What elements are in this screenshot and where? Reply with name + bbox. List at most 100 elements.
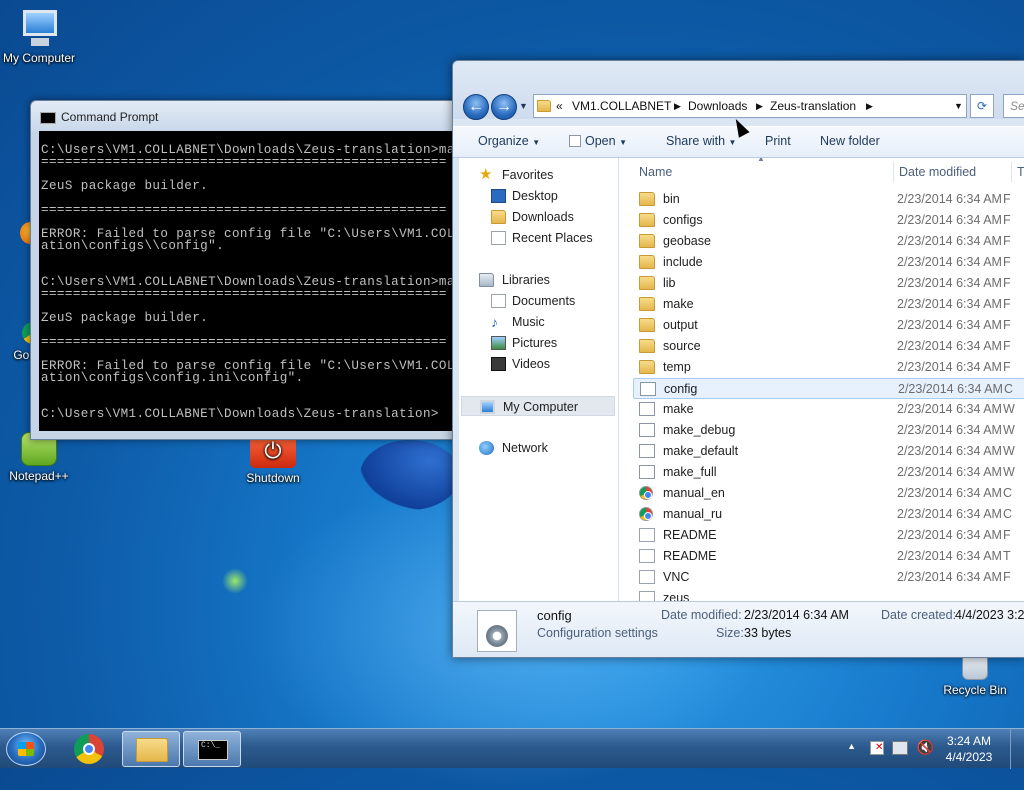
- file-date: 2/23/2014 6:34 AM: [897, 507, 1002, 521]
- file-type: F: [1003, 339, 1011, 353]
- file-row[interactable]: VNC 2/23/2014 6:34 AM F: [633, 567, 1024, 588]
- chevron-right-icon[interactable]: ▶: [866, 95, 873, 117]
- column-header-date[interactable]: Date modified: [899, 158, 976, 186]
- file-row[interactable]: README 2/23/2014 6:34 AM T: [633, 546, 1024, 567]
- nav-downloads[interactable]: Downloads: [459, 207, 619, 227]
- address-bar[interactable]: « VM1.COLLABNET ▶ Downloads ▶ Zeus-trans…: [533, 94, 967, 118]
- file-type: F: [1003, 234, 1011, 248]
- nav-pictures[interactable]: Pictures: [459, 333, 619, 353]
- desktop-icon-my-computer[interactable]: My Computer: [0, 8, 81, 65]
- file-date: 2/23/2014 6:34 AM: [897, 570, 1002, 584]
- taskbar-chrome[interactable]: [60, 731, 118, 767]
- nav-music[interactable]: ♪ Music: [459, 312, 619, 332]
- file-row[interactable]: source 2/23/2014 6:34 AM F: [633, 336, 1024, 357]
- nav-my-computer[interactable]: My Computer: [461, 396, 615, 416]
- chevron-right-icon[interactable]: ▶: [756, 95, 763, 117]
- volume-muted-icon[interactable]: 🔇: [917, 739, 934, 756]
- cmd-title-bar[interactable]: Command Prompt: [31, 101, 459, 131]
- file-date: 2/23/2014 6:34 AM: [897, 192, 1002, 206]
- start-button[interactable]: [6, 732, 46, 766]
- desktop-icon-label: Notepad++: [9, 469, 69, 483]
- computer-icon: [480, 400, 495, 414]
- column-divider[interactable]: [1011, 162, 1012, 182]
- chevron-right-icon[interactable]: ▶: [674, 95, 681, 117]
- file-date: 2/23/2014 6:34 AM: [897, 423, 1002, 437]
- details-modified-label: Date modified:: [661, 608, 742, 622]
- nav-videos[interactable]: Videos: [459, 354, 619, 374]
- forward-button[interactable]: →: [491, 94, 517, 120]
- new-folder-button[interactable]: New folder: [820, 134, 880, 148]
- details-size-label: Size:: [716, 626, 744, 640]
- taskbar-explorer[interactable]: [122, 731, 180, 767]
- address-overflow[interactable]: «: [556, 95, 563, 117]
- file-name: make_debug: [663, 423, 736, 437]
- command-prompt-window[interactable]: Command Prompt C:\Users\VM1.COLLABNET\Do…: [30, 100, 460, 440]
- file-row[interactable]: lib 2/23/2014 6:34 AM F: [633, 273, 1024, 294]
- taskbar-cmd[interactable]: C:\_: [183, 731, 241, 767]
- file-icon: [639, 591, 655, 601]
- address-dropdown-icon[interactable]: ▼: [954, 95, 963, 117]
- details-created-label: Date created:: [881, 608, 957, 622]
- breadcrumb-vm1[interactable]: VM1.COLLABNET: [572, 95, 671, 117]
- open-button[interactable]: Open ▼: [569, 134, 627, 148]
- nav-favorites[interactable]: ★ Favorites: [459, 165, 619, 185]
- recent-pages-dropdown[interactable]: ▼: [519, 101, 528, 111]
- column-divider[interactable]: [893, 162, 894, 182]
- refresh-button[interactable]: ⟳: [970, 94, 994, 118]
- taskbar: C:\_ ▲ ✕ 🔇 3:24 AM 4/4/2023: [0, 728, 1024, 769]
- desktop-icon-recycle-bin[interactable]: Recycle Bin: [933, 654, 1017, 697]
- action-center-icon[interactable]: ✕: [870, 741, 884, 755]
- file-row[interactable]: temp 2/23/2014 6:34 AM F: [633, 357, 1024, 378]
- file-row[interactable]: bin 2/23/2014 6:34 AM F: [633, 189, 1024, 210]
- share-with-button[interactable]: Share with ▼: [666, 134, 736, 148]
- organize-button[interactable]: Organize ▼: [478, 134, 540, 148]
- file-type: F: [1003, 570, 1011, 584]
- show-hidden-icons[interactable]: ▲: [847, 741, 856, 751]
- nav-network[interactable]: Network: [459, 438, 619, 458]
- open-icon: [569, 135, 581, 147]
- breadcrumb-downloads[interactable]: Downloads: [688, 95, 747, 117]
- file-name: lib: [663, 276, 676, 290]
- back-button[interactable]: ←: [463, 94, 489, 120]
- downloads-folder-icon: [491, 210, 506, 224]
- show-desktop-button[interactable]: [1010, 729, 1024, 769]
- documents-icon: [491, 294, 506, 308]
- nav-recent-places[interactable]: Recent Places: [459, 228, 619, 248]
- file-row[interactable]: geobase 2/23/2014 6:34 AM F: [633, 231, 1024, 252]
- file-row[interactable]: make_debug 2/23/2014 6:34 AM W: [633, 420, 1024, 441]
- clock[interactable]: 3:24 AM 4/4/2023: [942, 733, 996, 765]
- file-row[interactable]: include 2/23/2014 6:34 AM F: [633, 252, 1024, 273]
- file-row[interactable]: output 2/23/2014 6:34 AM F: [633, 315, 1024, 336]
- file-row[interactable]: config 2/23/2014 6:34 AM C: [633, 378, 1024, 399]
- breadcrumb-zeus-translation[interactable]: Zeus-translation: [770, 95, 856, 117]
- file-row[interactable]: manual_ru 2/23/2014 6:34 AM C: [633, 504, 1024, 525]
- explorer-window[interactable]: ← → ▼ « VM1.COLLABNET ▶ Downloads ▶ Zeus…: [452, 60, 1024, 658]
- file-date: 2/23/2014 6:34 AM: [897, 402, 1002, 416]
- file-row[interactable]: zeus: [633, 588, 1024, 601]
- file-row[interactable]: configs 2/23/2014 6:34 AM F: [633, 210, 1024, 231]
- clock-time: 3:24 AM: [946, 734, 992, 748]
- nav-desktop[interactable]: Desktop: [459, 186, 619, 206]
- desktop-icon-shutdown[interactable]: ⏻ Shutdown: [231, 434, 315, 485]
- file-row[interactable]: make 2/23/2014 6:34 AM F: [633, 294, 1024, 315]
- column-header-name[interactable]: Name: [639, 158, 672, 186]
- music-icon: ♪: [491, 314, 498, 330]
- recent-places-icon: [491, 231, 506, 245]
- file-type: C: [1004, 382, 1014, 396]
- console-line: ========================================…: [41, 203, 447, 217]
- file-date: 2/23/2014 6:34 AM: [897, 234, 1002, 248]
- search-input[interactable]: Se: [1003, 94, 1024, 118]
- file-row[interactable]: make_default 2/23/2014 6:34 AM W: [633, 441, 1024, 462]
- file-row[interactable]: make_full 2/23/2014 6:34 AM W: [633, 462, 1024, 483]
- nav-documents[interactable]: Documents: [459, 291, 619, 311]
- file-row[interactable]: manual_en 2/23/2014 6:34 AM C: [633, 483, 1024, 504]
- nav-libraries[interactable]: Libraries: [459, 270, 619, 290]
- cmd-console[interactable]: C:\Users\VM1.COLLABNET\Downloads\Zeus-tr…: [39, 131, 459, 431]
- libraries-icon: [479, 273, 494, 287]
- file-row[interactable]: make 2/23/2014 6:34 AM W: [633, 399, 1024, 420]
- network-tray-icon[interactable]: [892, 741, 908, 755]
- file-row[interactable]: README 2/23/2014 6:34 AM F: [633, 525, 1024, 546]
- chrome-icon: [74, 734, 104, 764]
- column-header-type[interactable]: T: [1017, 158, 1024, 186]
- print-button[interactable]: Print: [765, 134, 791, 148]
